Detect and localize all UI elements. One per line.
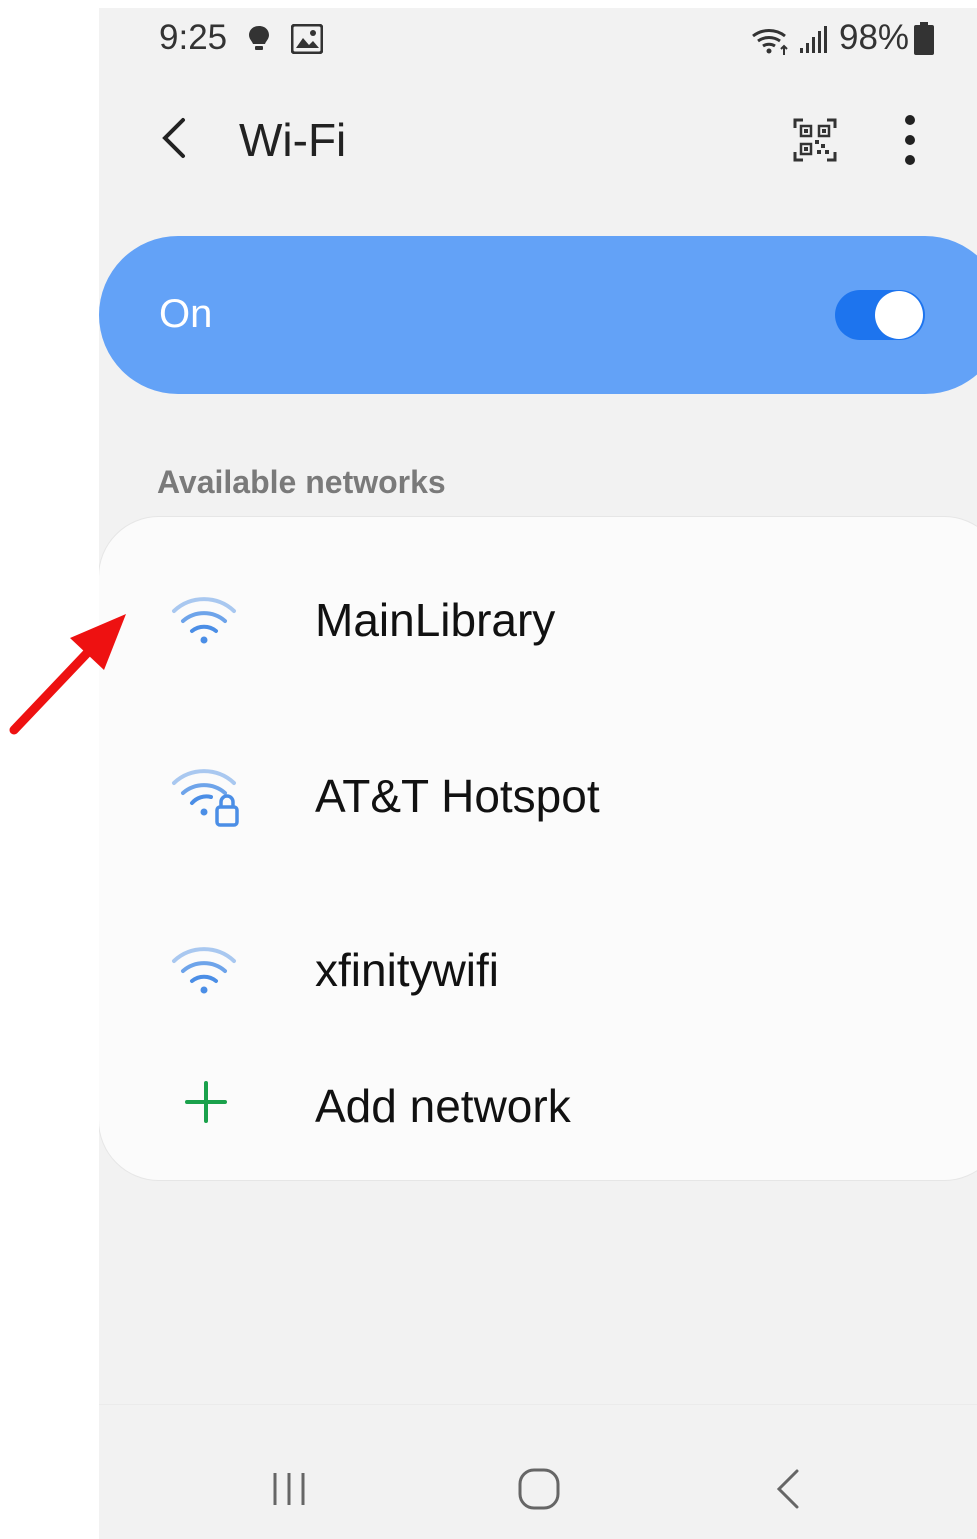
wifi-toggle-label: On [159,292,213,336]
back-nav-icon[interactable] [771,1467,807,1511]
add-network-button[interactable]: Add network [99,1045,977,1165]
network-item-mainlibrary[interactable]: MainLibrary [99,561,977,681]
page-title: Wi-Fi [239,114,347,166]
wifi-icon [172,597,236,644]
app-header: Wi-Fi [99,88,977,188]
bulb-icon [249,26,269,50]
network-name: AT&T Hotspot [315,770,600,822]
network-item-att-hotspot[interactable]: AT&T Hotspot [99,737,977,857]
recents-icon[interactable] [269,1469,309,1509]
network-name: xfinitywifi [315,944,500,996]
more-options-icon[interactable] [895,114,925,166]
switch-knob [875,291,923,339]
add-network-label: Add network [315,1080,571,1132]
home-icon[interactable] [517,1467,561,1511]
qr-code-icon[interactable] [793,118,837,162]
navigation-bar [99,1404,977,1539]
battery-icon [914,22,934,55]
wifi-toggle-card[interactable]: On [99,236,977,394]
networks-list: MainLibrary AT&T Hotspot xfinitywifi Add… [99,517,977,1180]
wifi-lock-icon [172,769,239,827]
cellular-signal-icon [800,26,827,53]
wifi-icon [172,947,236,994]
network-item-xfinitywifi[interactable]: xfinitywifi [99,911,977,1031]
status-bar: 9:25 98% [99,8,977,72]
annotation-arrow-icon [9,614,126,735]
wifi-switch[interactable] [835,290,925,340]
wifi-signal-icon [752,29,788,55]
section-label-available-networks: Available networks [157,464,446,500]
battery-percentage: 98% [839,18,910,57]
phone-screen: 9:25 98% Wi-Fi On Available networks Mai… [99,8,977,1539]
status-time: 9:25 [159,18,228,57]
network-name: MainLibrary [315,594,556,646]
back-icon[interactable] [155,116,199,160]
image-icon [291,24,323,54]
add-icon [185,1081,227,1123]
